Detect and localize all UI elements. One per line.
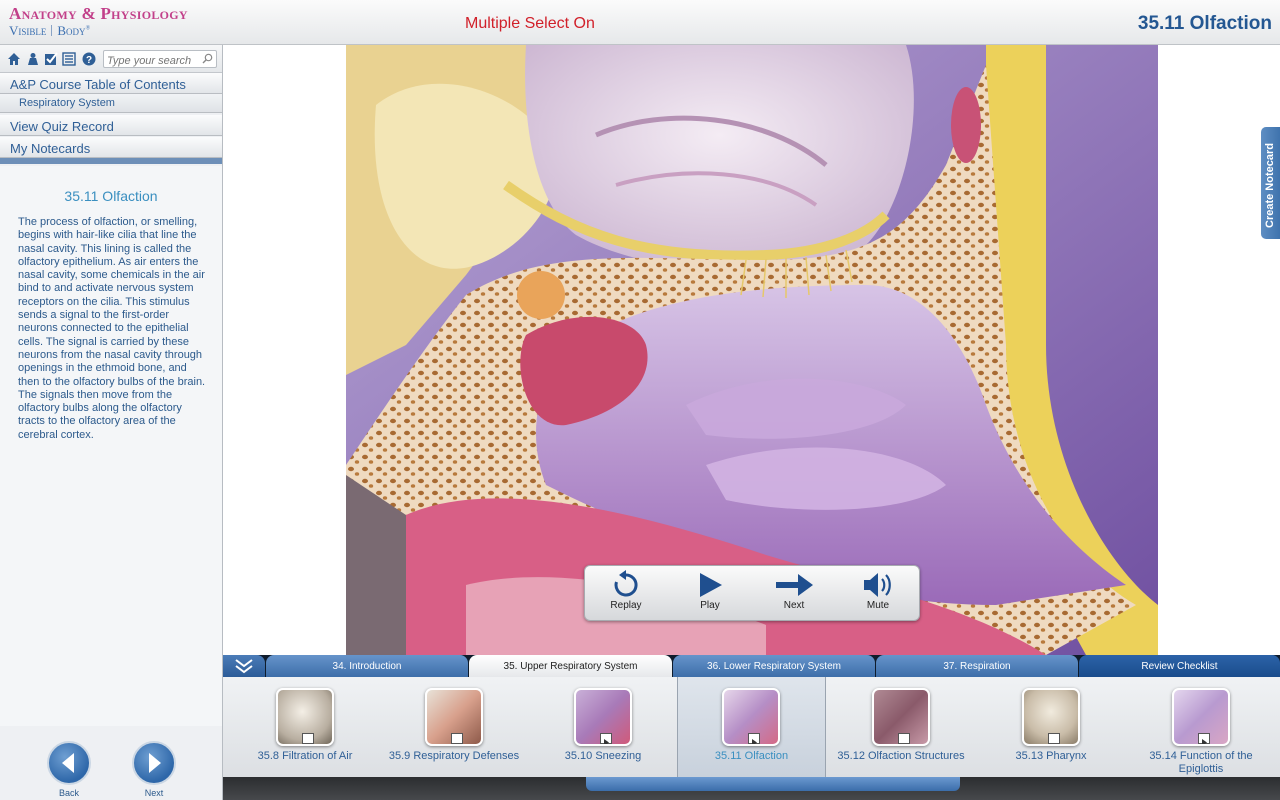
replay-icon bbox=[614, 570, 638, 597]
play-button[interactable]: Play bbox=[675, 570, 745, 618]
app-logo[interactable]: Anatomy & Physiology Visible Body® bbox=[9, 5, 188, 37]
head-section-thumbnail bbox=[425, 688, 483, 746]
tab-upper-respiratory[interactable]: 35. Upper Respiratory System bbox=[469, 655, 672, 677]
logo-visible: Visible bbox=[9, 23, 47, 38]
mute-button[interactable]: Mute bbox=[843, 570, 913, 618]
back-label: Back bbox=[58, 788, 79, 798]
olfaction-structures-thumbnail bbox=[872, 688, 930, 746]
content-panel: 35.11 Olfaction The process of olfaction… bbox=[0, 166, 222, 726]
arrow-right-icon bbox=[776, 574, 813, 596]
3d-model-icon bbox=[451, 733, 463, 744]
thumbnail-caption: 35.9 Respiratory Defenses bbox=[388, 750, 520, 762]
create-notecard-label: Create Notecard bbox=[1264, 143, 1276, 228]
mute-label: Mute bbox=[866, 600, 890, 611]
tab-introduction[interactable]: 34. Introduction bbox=[266, 655, 468, 677]
skull-thumbnail bbox=[276, 688, 334, 746]
sidebar-toolbar: ? bbox=[0, 45, 222, 73]
next-page-label: Next bbox=[144, 788, 164, 798]
tab-respiration[interactable]: 37. Respiration bbox=[876, 655, 1078, 677]
svg-text:?: ? bbox=[86, 55, 92, 66]
tab-review-checklist[interactable]: Review Checklist bbox=[1079, 655, 1280, 677]
thumbnail-item-active[interactable]: 35.11 Olfaction bbox=[677, 677, 826, 777]
page-title: 35.11 Olfaction bbox=[1137, 13, 1272, 34]
thumbnail-caption: 35.11 Olfaction bbox=[714, 750, 789, 762]
next-media-button[interactable]: Next bbox=[759, 570, 829, 618]
thumbnail-item[interactable]: 35.12 Olfaction Structures bbox=[826, 677, 976, 777]
thumbnail-caption: 35.10 Sneezing bbox=[564, 750, 642, 762]
app-header: Anatomy & Physiology Visible Body® Multip… bbox=[0, 0, 1280, 45]
video-icon bbox=[1198, 733, 1210, 744]
next-media-label: Next bbox=[783, 600, 805, 611]
sneezing-thumbnail bbox=[574, 688, 632, 746]
pharynx-thumbnail bbox=[1022, 688, 1080, 746]
nav-quiz-record[interactable]: View Quiz Record bbox=[0, 115, 222, 136]
play-label: Play bbox=[700, 600, 720, 611]
anatomy-illustration bbox=[346, 45, 1158, 655]
next-arrow-icon bbox=[149, 753, 161, 773]
back-arrow-icon bbox=[62, 753, 74, 773]
logo-body: Body bbox=[57, 23, 86, 38]
video-icon bbox=[748, 733, 760, 744]
double-chevron-down-icon bbox=[235, 659, 253, 674]
speaker-icon bbox=[864, 573, 891, 597]
search-box bbox=[103, 50, 217, 69]
epiglottis-thumbnail bbox=[1172, 688, 1230, 746]
list-icon[interactable] bbox=[62, 52, 76, 66]
3d-model-icon bbox=[302, 733, 314, 744]
help-icon[interactable]: ? bbox=[82, 52, 96, 66]
content-body: The process of olfaction, or smelling, b… bbox=[18, 216, 206, 441]
thumbnail-caption: 35.8 Filtration of Air bbox=[257, 750, 353, 762]
logo-subtitle: Visible Body® bbox=[9, 23, 91, 38]
3d-model-icon bbox=[1048, 733, 1060, 744]
search-input[interactable] bbox=[104, 53, 200, 69]
nav-respiratory-system[interactable]: Respiratory System bbox=[0, 94, 222, 113]
play-icon bbox=[700, 573, 722, 597]
thumbnail-item[interactable]: 35.13 Pharynx bbox=[976, 677, 1126, 777]
thumbnail-caption: 35.12 Olfaction Structures bbox=[837, 750, 965, 762]
content-title: 35.11 Olfaction bbox=[64, 188, 158, 204]
3d-model-icon bbox=[898, 733, 910, 744]
next-page-button[interactable] bbox=[132, 741, 176, 785]
thumbnail-item[interactable]: 35.10 Sneezing bbox=[529, 677, 677, 777]
tab-lower-respiratory[interactable]: 36. Lower Respiratory System bbox=[673, 655, 875, 677]
search-icon[interactable] bbox=[202, 53, 213, 64]
thumbnail-scrollbar[interactable] bbox=[223, 777, 1280, 800]
nav-notecards[interactable]: My Notecards bbox=[0, 137, 222, 158]
logo-separator bbox=[51, 25, 53, 36]
replay-button[interactable]: Replay bbox=[591, 570, 661, 618]
logo-title: Anatomy & Physiology bbox=[9, 4, 188, 23]
thumbnail-item[interactable]: 35.14 Function of the Epiglottis bbox=[1126, 677, 1276, 777]
thumbnail-caption: 35.13 Pharynx bbox=[1015, 750, 1087, 762]
app-window: Anatomy & Physiology Visible Body® Multip… bbox=[0, 0, 1280, 800]
olfaction-thumbnail bbox=[722, 688, 780, 746]
checkbox-icon[interactable] bbox=[44, 52, 58, 66]
person-icon[interactable] bbox=[26, 52, 40, 66]
video-icon bbox=[600, 733, 612, 744]
create-notecard-button[interactable]: Create Notecard bbox=[1261, 127, 1280, 239]
multiple-select-indicator: Multiple Select On bbox=[465, 15, 595, 32]
nav-table-of-contents[interactable]: A&P Course Table of Contents bbox=[0, 73, 222, 94]
olfaction-anatomy-image bbox=[346, 45, 1158, 655]
thumbnail-caption: 35.14 Function of the Epiglottis bbox=[1149, 750, 1253, 775]
scrollbar-thumb[interactable] bbox=[586, 777, 960, 791]
thumbnail-strip: 35.8 Filtration of Air 35.9 Respiratory … bbox=[223, 677, 1280, 777]
nav-divider bbox=[0, 158, 222, 164]
replay-label: Replay bbox=[610, 600, 642, 611]
home-icon[interactable] bbox=[7, 52, 21, 66]
chapter-tabbar: 34. Introduction 35. Upper Respiratory S… bbox=[223, 655, 1280, 677]
media-controls: Replay Play Next Mute bbox=[584, 565, 920, 621]
back-button[interactable] bbox=[47, 741, 91, 785]
thumbnail-item[interactable]: 35.9 Respiratory Defenses bbox=[379, 677, 529, 777]
sidebar: ? A&P Course Table of Contents Respirato… bbox=[0, 45, 223, 800]
thumbnail-item[interactable]: 35.8 Filtration of Air bbox=[231, 677, 379, 777]
collapse-panel-button[interactable] bbox=[223, 655, 265, 677]
